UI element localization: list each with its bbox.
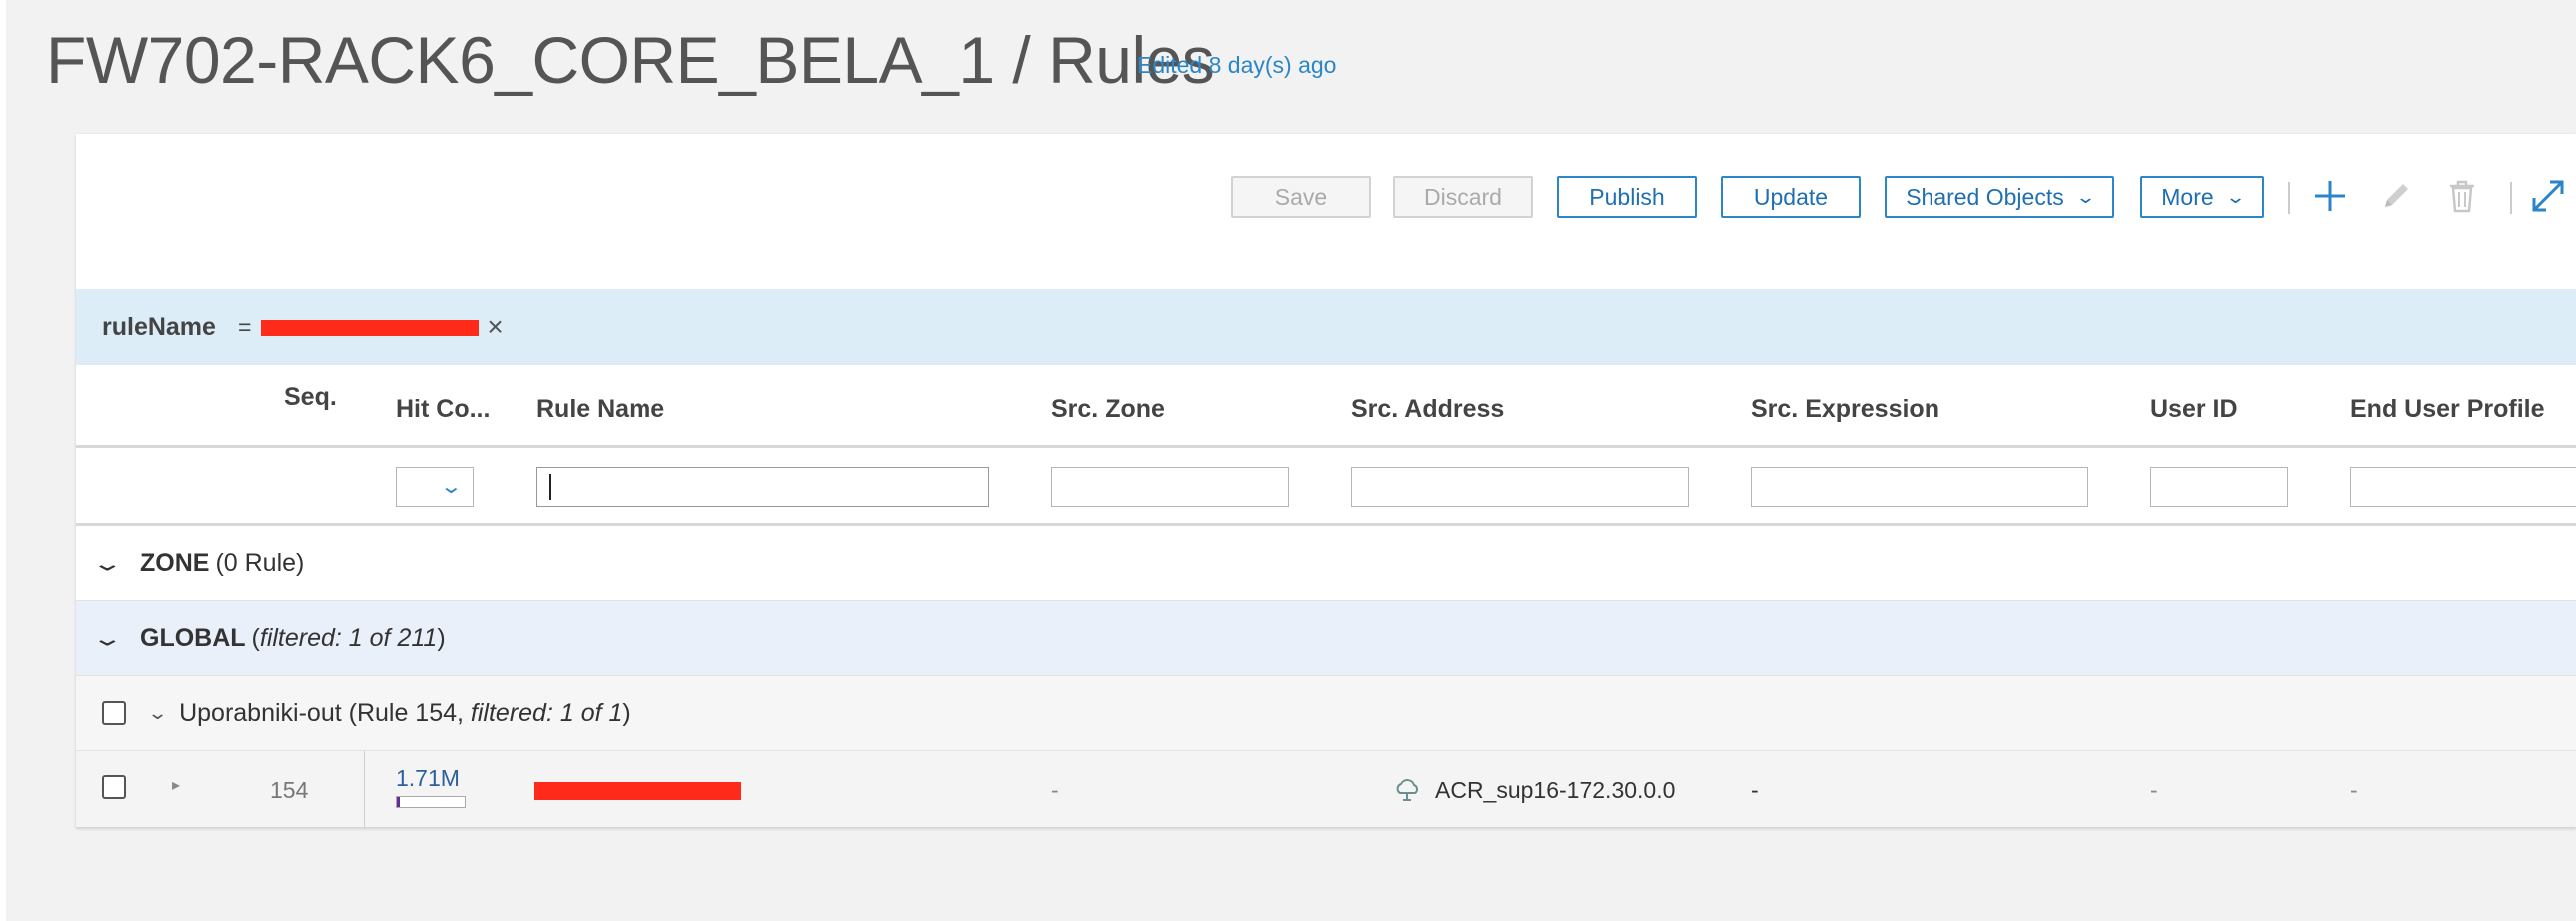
column-divider (364, 751, 365, 827)
src-address-filter-input[interactable] (1351, 467, 1689, 507)
src-zone-filter-input[interactable] (1051, 467, 1289, 507)
column-filter-row: ⌄ (76, 448, 2576, 526)
group-row-zone[interactable]: ⌄ ZONE (0 Rule) (76, 526, 2576, 601)
publish-button[interactable]: Publish (1557, 176, 1697, 218)
src-expression-filter-input[interactable] (1751, 467, 2088, 507)
group-count: (filtered: 1 of 211) (251, 623, 446, 652)
more-label: More (2161, 183, 2214, 210)
chevron-down-icon[interactable]: ⌄ (91, 626, 133, 651)
page-header: FW702-RACK6_CORE_BELA_1 / Rules (46, 20, 1215, 100)
section-checkbox[interactable] (102, 701, 126, 725)
shared-objects-dropdown[interactable]: Shared Objects ⌄ (1885, 176, 2114, 218)
section-row: ⌄ Uporabniki-out (Rule 154, filtered: 1 … (76, 676, 2576, 751)
filter-operator: = (237, 313, 252, 340)
close-icon[interactable]: × (487, 311, 503, 343)
column-src-address[interactable]: Src. Address (1351, 395, 1504, 424)
trash-icon[interactable] (2440, 174, 2484, 218)
column-hit-count[interactable]: Hit Co... (396, 395, 490, 424)
column-seq[interactable]: Seq. (284, 383, 337, 412)
group-name: GLOBAL (140, 623, 246, 652)
row-checkbox[interactable] (102, 775, 126, 799)
edited-status: Edited 8 day(s) ago (1137, 52, 1337, 78)
chevron-down-icon: ⌄ (2224, 186, 2246, 207)
src-zone-cell: - (1051, 777, 1059, 803)
user-id-filter-input[interactable] (2150, 467, 2288, 507)
plus-icon[interactable] (2308, 174, 2352, 218)
left-edge (0, 0, 6, 921)
redaction-mark (534, 782, 741, 800)
filter-key: ruleName (102, 312, 216, 341)
column-rule-name[interactable]: Rule Name (536, 395, 664, 424)
column-src-zone[interactable]: Src. Zone (1051, 395, 1165, 424)
text-cursor (549, 474, 551, 500)
expand-row-icon[interactable]: ▸ (172, 775, 180, 795)
chevron-down-icon[interactable]: ⌄ (147, 703, 168, 724)
chevron-down-icon: ⌄ (439, 476, 464, 498)
column-header-row: Seq. Hit Co... Rule Name Src. Zone Src. … (76, 365, 2576, 448)
src-expression-cell: - (1751, 777, 1759, 803)
save-button[interactable]: Save (1231, 176, 1371, 218)
update-button[interactable]: Update (1721, 176, 1861, 218)
rule-name-filter-input[interactable] (536, 467, 989, 507)
section-label: Uporabniki-out (Rule 154, filtered: 1 of… (179, 698, 631, 727)
page-title: FW702-RACK6_CORE_BELA_1 / Rules (46, 23, 1215, 97)
toolbar-divider (2288, 182, 2290, 214)
hit-count-bar-fill (397, 797, 401, 807)
user-id-cell: - (2150, 777, 2158, 803)
group-name: ZONE (140, 548, 210, 577)
rule-name-cell[interactable] (534, 779, 741, 806)
end-user-profile-filter-input[interactable] (2350, 467, 2576, 507)
hit-count-bar (396, 796, 466, 808)
group-count: (0 Rule) (215, 548, 305, 577)
rules-panel: Save Discard Publish Update Shared Objec… (76, 134, 2576, 828)
hit-count-filter-select[interactable]: ⌄ (396, 467, 474, 507)
chevron-down-icon[interactable]: ⌄ (91, 551, 133, 576)
redaction-mark (261, 320, 480, 337)
rule-seq: 154 (270, 777, 309, 803)
filter-value (261, 314, 480, 341)
end-user-profile-cell: - (2350, 777, 2358, 803)
pencil-icon[interactable] (2374, 174, 2418, 218)
column-end-user-profile[interactable]: End User Profile (2350, 395, 2545, 424)
more-dropdown[interactable]: More ⌄ (2140, 176, 2264, 218)
group-row-global[interactable]: ⌄ GLOBAL (filtered: 1 of 211) (76, 601, 2576, 676)
table-row[interactable]: ▸ 154 1.71M - ACR_sup16-172.30.0.0 - - - (76, 751, 2576, 828)
shared-objects-label: Shared Objects (1906, 183, 2064, 210)
column-src-expression[interactable]: Src. Expression (1751, 395, 1939, 424)
discard-button[interactable]: Discard (1393, 176, 1533, 218)
hit-count-link[interactable]: 1.71M (396, 765, 460, 792)
src-address-cell[interactable]: ACR_sup16-172.30.0.0 (1435, 777, 1675, 804)
column-user-id[interactable]: User ID (2150, 395, 2238, 424)
expand-icon[interactable] (2526, 174, 2570, 218)
cloud-icon (1393, 777, 1421, 808)
active-filter-bar: ruleName = × (76, 289, 2576, 365)
toolbar: Save Discard Publish Update Shared Objec… (76, 134, 2576, 289)
toolbar-divider (2510, 182, 2512, 214)
chevron-down-icon: ⌄ (2074, 186, 2096, 207)
